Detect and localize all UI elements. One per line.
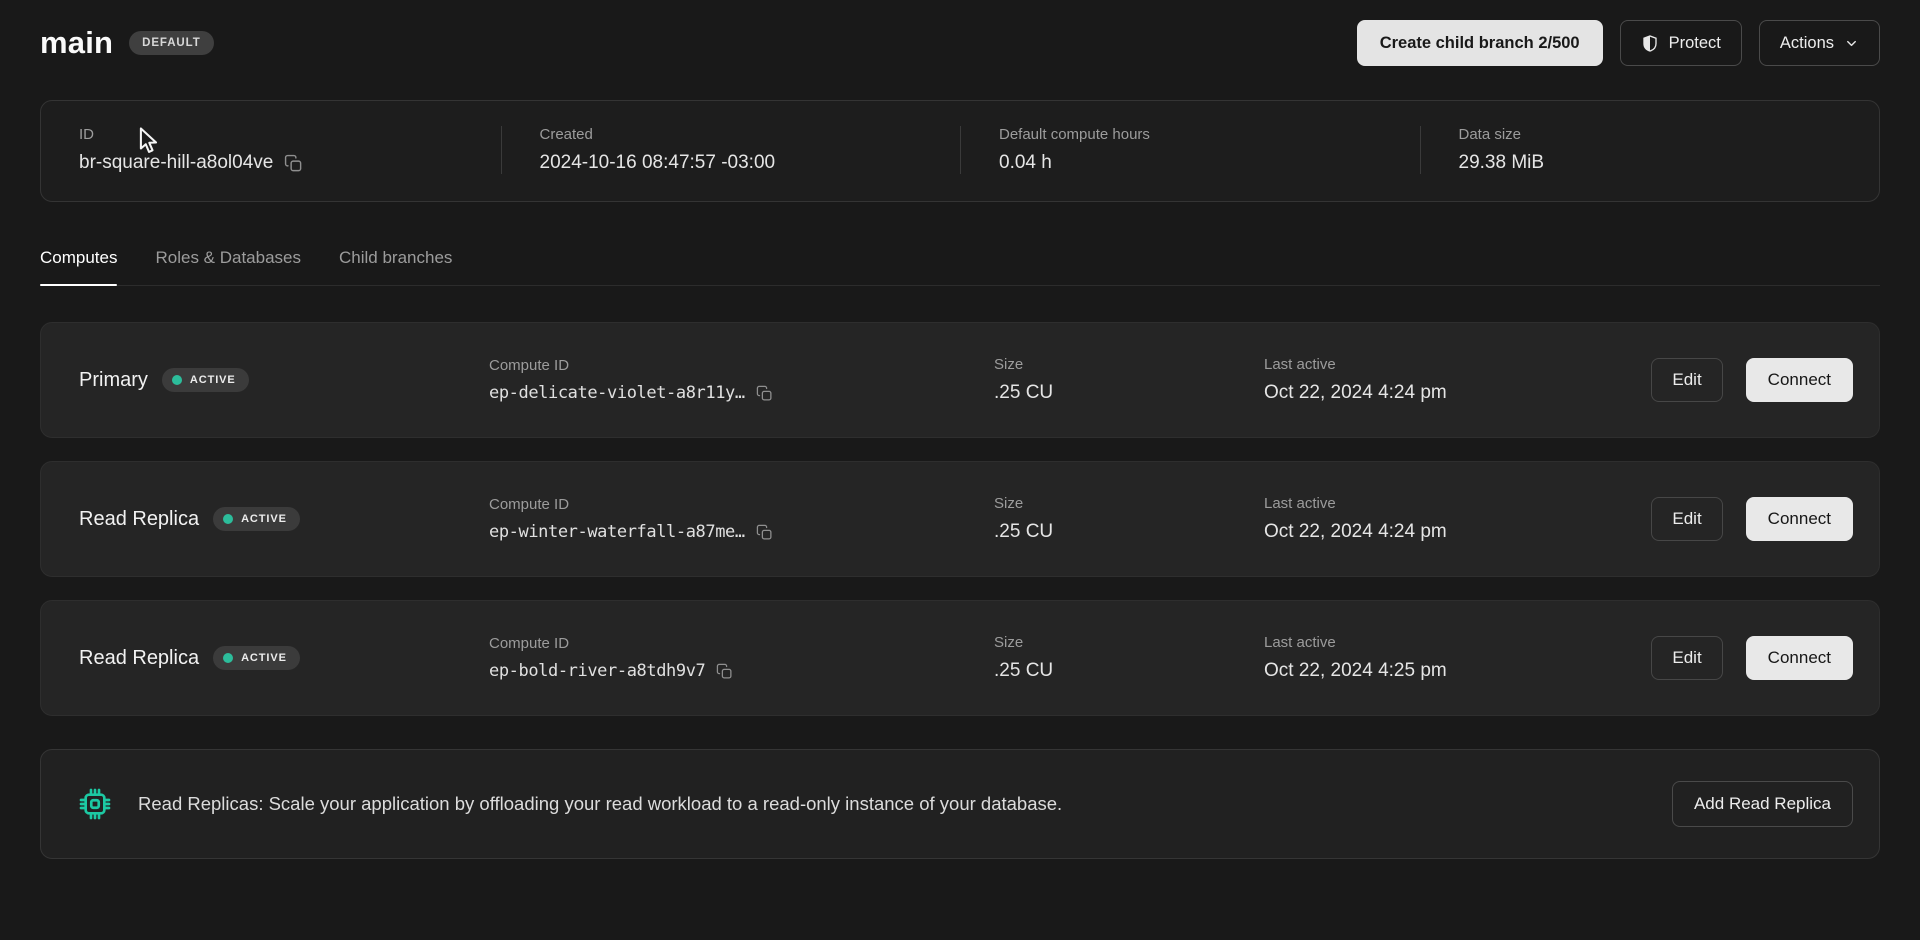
created-label: Created	[540, 126, 961, 143]
compute-id-value: ep-delicate-violet-a8r11y…	[489, 383, 745, 403]
size-value: .25 CU	[994, 521, 1264, 543]
edit-button[interactable]: Edit	[1651, 497, 1722, 541]
status-dot-icon	[223, 514, 233, 524]
last-active-cell: Last active Oct 22, 2024 4:24 pm	[1264, 356, 1651, 404]
size-cell: Size .25 CU	[994, 356, 1264, 404]
create-child-branch-button[interactable]: Create child branch 2/500	[1357, 20, 1603, 66]
default-badge: DEFAULT	[129, 31, 213, 55]
edit-button[interactable]: Edit	[1651, 358, 1722, 402]
data-size-field: Data size 29.38 MiB	[1420, 126, 1880, 174]
data-size-label: Data size	[1459, 126, 1880, 143]
tab-roles-databases[interactable]: Roles & Databases	[155, 248, 301, 285]
status-badge: ACTIVE	[162, 368, 249, 392]
row-buttons: Edit Connect	[1651, 497, 1853, 541]
connect-button[interactable]: Connect	[1746, 358, 1853, 402]
row-buttons: Edit Connect	[1651, 358, 1853, 402]
connect-button[interactable]: Connect	[1746, 636, 1853, 680]
page-title: main	[40, 25, 113, 61]
cpu-chip-icon	[79, 788, 111, 820]
add-read-replica-button[interactable]: Add Read Replica	[1672, 781, 1853, 827]
protect-label: Protect	[1669, 34, 1721, 53]
last-active-label: Last active	[1264, 356, 1651, 373]
read-replica-banner: Read Replicas: Scale your application by…	[40, 749, 1880, 859]
branch-page: main DEFAULT Create child branch 2/500 P…	[0, 0, 1920, 940]
status-dot-icon	[172, 375, 182, 385]
compute-id-value: ep-bold-river-a8tdh9v7	[489, 661, 705, 681]
row-buttons: Edit Connect	[1651, 636, 1853, 680]
compute-id-label: Compute ID	[489, 635, 994, 652]
banner-text: Read Replicas: Scale your application by…	[138, 793, 1062, 815]
status-dot-icon	[223, 653, 233, 663]
compute-id-cell: Compute ID ep-winter-waterfall-a87me…	[489, 496, 994, 542]
compute-name: Read Replica ACTIVE	[79, 507, 489, 531]
size-value: .25 CU	[994, 660, 1264, 682]
compute-hours-value: 0.04 h	[999, 152, 1420, 174]
compute-list: Primary ACTIVE Compute ID ep-delicate-vi…	[40, 322, 1880, 716]
protect-button[interactable]: Protect	[1620, 20, 1742, 66]
compute-name: Primary ACTIVE	[79, 368, 489, 392]
copy-icon[interactable]	[756, 385, 773, 402]
tab-bar: Computes Roles & Databases Child branche…	[40, 248, 1880, 286]
actions-label: Actions	[1780, 34, 1834, 53]
compute-name-label: Read Replica	[79, 647, 199, 670]
size-label: Size	[994, 495, 1264, 512]
compute-name: Read Replica ACTIVE	[79, 646, 489, 670]
branch-id-label: ID	[79, 126, 501, 143]
compute-hours-field: Default compute hours 0.04 h	[960, 126, 1420, 174]
size-cell: Size .25 CU	[994, 495, 1264, 543]
branch-id-field: ID br-square-hill-a8ol04ve	[41, 126, 501, 174]
size-label: Size	[994, 356, 1264, 373]
compute-id-cell: Compute ID ep-delicate-violet-a8r11y…	[489, 357, 994, 403]
copy-icon[interactable]	[756, 524, 773, 541]
compute-name-label: Primary	[79, 369, 148, 392]
created-field: Created 2024-10-16 08:47:57 -03:00	[501, 126, 961, 174]
header-buttons: Create child branch 2/500 Protect Action…	[1357, 20, 1880, 66]
data-size-value: 29.38 MiB	[1459, 152, 1880, 174]
tab-child-branches[interactable]: Child branches	[339, 248, 452, 285]
last-active-label: Last active	[1264, 495, 1651, 512]
edit-button[interactable]: Edit	[1651, 636, 1722, 680]
last-active-value: Oct 22, 2024 4:24 pm	[1264, 382, 1651, 404]
compute-row-read-replica-2: Read Replica ACTIVE Compute ID ep-bold-r…	[40, 600, 1880, 716]
compute-id-value: ep-winter-waterfall-a87me…	[489, 522, 745, 542]
tab-computes[interactable]: Computes	[40, 248, 117, 285]
branch-id-value: br-square-hill-a8ol04ve	[79, 152, 273, 174]
last-active-cell: Last active Oct 22, 2024 4:24 pm	[1264, 495, 1651, 543]
created-value: 2024-10-16 08:47:57 -03:00	[540, 152, 961, 174]
last-active-value: Oct 22, 2024 4:24 pm	[1264, 521, 1651, 543]
compute-row-primary: Primary ACTIVE Compute ID ep-delicate-vi…	[40, 322, 1880, 438]
size-value: .25 CU	[994, 382, 1264, 404]
chevron-down-icon	[1844, 36, 1859, 51]
title-group: main DEFAULT	[40, 25, 214, 61]
compute-id-label: Compute ID	[489, 357, 994, 374]
compute-row-read-replica-1: Read Replica ACTIVE Compute ID ep-winter…	[40, 461, 1880, 577]
actions-button[interactable]: Actions	[1759, 20, 1880, 66]
compute-hours-label: Default compute hours	[999, 126, 1420, 143]
status-badge: ACTIVE	[213, 507, 300, 531]
branch-details-card: ID br-square-hill-a8ol04ve Created 2024-…	[40, 100, 1880, 202]
compute-id-label: Compute ID	[489, 496, 994, 513]
status-badge: ACTIVE	[213, 646, 300, 670]
page-header: main DEFAULT Create child branch 2/500 P…	[40, 0, 1880, 66]
compute-name-label: Read Replica	[79, 508, 199, 531]
compute-id-cell: Compute ID ep-bold-river-a8tdh9v7	[489, 635, 994, 681]
last-active-label: Last active	[1264, 634, 1651, 651]
shield-icon	[1641, 34, 1659, 53]
copy-icon[interactable]	[716, 663, 733, 680]
size-cell: Size .25 CU	[994, 634, 1264, 682]
connect-button[interactable]: Connect	[1746, 497, 1853, 541]
last-active-value: Oct 22, 2024 4:25 pm	[1264, 660, 1651, 682]
size-label: Size	[994, 634, 1264, 651]
copy-icon[interactable]	[284, 154, 303, 173]
last-active-cell: Last active Oct 22, 2024 4:25 pm	[1264, 634, 1651, 682]
